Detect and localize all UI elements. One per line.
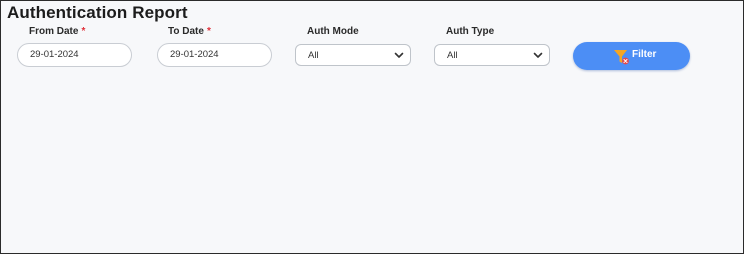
required-marker: * — [206, 26, 211, 37]
to-date-label: To Date * — [168, 26, 211, 37]
report-panel: Authentication Report From Date * 29-01-2… — [0, 0, 744, 254]
filter-icon — [614, 50, 629, 65]
auth-type-select[interactable]: All — [434, 44, 550, 66]
chevron-down-icon — [394, 52, 404, 58]
filter-button[interactable]: Filter — [573, 42, 690, 70]
auth-mode-select[interactable]: All — [295, 44, 411, 66]
from-date-input[interactable]: 29-01-2024 — [17, 43, 132, 67]
to-date-input[interactable]: 29-01-2024 — [157, 43, 272, 67]
chevron-down-icon — [533, 52, 543, 58]
from-date-label-text: From Date — [29, 26, 79, 37]
to-date-label-text: To Date — [168, 26, 204, 37]
required-marker: * — [81, 26, 86, 37]
auth-type-selected-value: All — [447, 50, 458, 61]
filter-button-label: Filter — [632, 49, 657, 60]
auth-type-label: Auth Type — [446, 26, 495, 37]
from-date-label: From Date * — [29, 26, 85, 37]
auth-mode-selected-value: All — [308, 50, 319, 61]
auth-mode-label: Auth Mode — [307, 26, 359, 37]
page-title: Authentication Report — [7, 3, 188, 22]
